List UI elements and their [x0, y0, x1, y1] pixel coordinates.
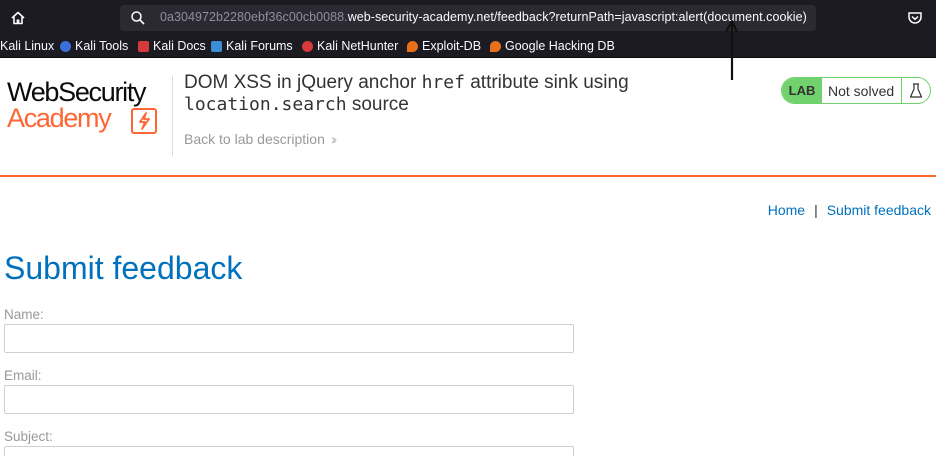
kali-docs-icon: [138, 40, 149, 52]
title-text: source: [346, 94, 409, 115]
bookmark-label: Kali Docs: [153, 39, 206, 53]
name-field[interactable]: [4, 324, 574, 353]
page-title: Submit feedback: [4, 250, 243, 286]
pocket-icon[interactable]: [905, 8, 925, 28]
lab-badge: LAB: [782, 78, 822, 103]
bookmark-label: Exploit-DB: [422, 39, 482, 53]
lab-title: DOM XSS in jQuery anchor href attribute …: [184, 72, 629, 116]
bookmark-kali-tools[interactable]: Kali Tools: [60, 39, 128, 53]
email-label: Email:: [4, 368, 42, 383]
bookmark-kali-nethunter[interactable]: Kali NetHunter: [302, 39, 398, 53]
bookmark-label: Kali Linux: [0, 39, 55, 53]
double-chevron-right-icon: ››: [330, 131, 338, 147]
nethunter-icon: [302, 40, 313, 52]
ghdb-icon: [490, 40, 501, 52]
nav-submit-feedback-link[interactable]: Submit feedback: [827, 202, 931, 218]
bookmark-label: Google Hacking DB: [505, 39, 615, 53]
header-divider: [172, 76, 173, 156]
bookmarks-bar: Kali Linux Kali Tools Kali Docs Kali For…: [0, 35, 936, 58]
bookmark-kali-linux[interactable]: Kali Linux: [0, 39, 54, 53]
search-icon: [130, 10, 146, 26]
title-code: location.search: [184, 94, 347, 115]
home-icon[interactable]: [8, 8, 28, 28]
bookmark-label: Kali Forums: [226, 39, 293, 53]
subject-label: Subject:: [4, 429, 53, 444]
flask-icon: [902, 78, 930, 103]
bookmark-exploit-db[interactable]: Exploit-DB: [407, 39, 481, 53]
nav-separator: |: [814, 202, 818, 218]
url-subdomain: 0a304972b2280ebf36c00cb0088.: [160, 10, 348, 24]
annotation-arrow-icon: [722, 18, 742, 82]
back-to-lab-link[interactable]: Back to lab description ››: [184, 131, 338, 147]
email-field[interactable]: [4, 385, 574, 414]
title-text: attribute sink using: [464, 72, 629, 93]
title-text: DOM XSS in jQuery anchor: [184, 72, 422, 93]
lab-status-widget: LAB Not solved: [781, 77, 931, 104]
title-code: href: [421, 72, 465, 93]
web-security-academy-logo[interactable]: WebSecurity Academy: [7, 77, 167, 137]
url-text[interactable]: 0a304972b2280ebf36c00cb0088.web-security…: [160, 10, 807, 24]
lab-status-text: Not solved: [822, 78, 902, 103]
nav-home-link[interactable]: Home: [768, 202, 805, 218]
bookmark-google-hacking-db[interactable]: Google Hacking DB: [490, 39, 615, 53]
lightning-icon: [131, 108, 157, 134]
top-nav: Home | Submit feedback: [768, 202, 931, 218]
name-label: Name:: [4, 307, 44, 322]
bookmark-kali-docs[interactable]: Kali Docs: [138, 39, 206, 53]
url-bar[interactable]: 0a304972b2280ebf36c00cb0088.web-security…: [120, 5, 816, 31]
subject-field[interactable]: [4, 446, 574, 456]
bookmark-kali-forums[interactable]: Kali Forums: [211, 39, 293, 53]
header-separator: [0, 175, 936, 177]
bookmark-label: Kali NetHunter: [317, 39, 399, 53]
browser-toolbar: 0a304972b2280ebf36c00cb0088.web-security…: [0, 0, 936, 35]
exploit-db-icon: [407, 40, 418, 52]
logo-line-2: Academy: [7, 103, 112, 133]
bookmark-label: Kali Tools: [75, 39, 129, 53]
back-link-label: Back to lab description: [184, 131, 325, 147]
kali-forums-icon: [211, 40, 222, 52]
kali-tools-icon: [60, 40, 71, 52]
